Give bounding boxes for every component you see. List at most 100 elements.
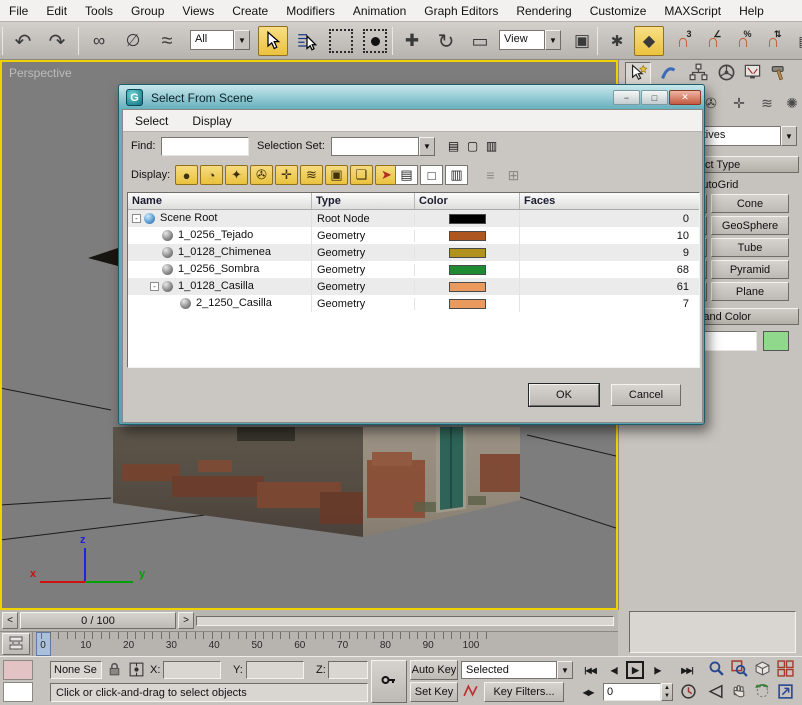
menu-help[interactable]: Help bbox=[730, 1, 773, 21]
systems-category-icon[interactable]: ✺ bbox=[780, 92, 802, 114]
spinner-snap-toggle-button[interactable]: ∩% bbox=[728, 26, 758, 56]
menu-graph-editors[interactable]: Graph Editors bbox=[415, 1, 507, 21]
menu-views[interactable]: Views bbox=[173, 1, 223, 21]
zoom-extents-all-icon[interactable] bbox=[775, 660, 796, 680]
subtract-selected-from-set-icon[interactable]: ▥ bbox=[483, 137, 500, 154]
zoom-icon[interactable] bbox=[706, 660, 727, 680]
set-keys-button[interactable] bbox=[371, 660, 407, 703]
use-pivot-point-center-button[interactable]: ▣ bbox=[567, 26, 597, 56]
tab-create[interactable] bbox=[625, 62, 651, 86]
display-geometry-icon[interactable]: ● bbox=[175, 165, 198, 185]
maximize-viewport-icon[interactable] bbox=[775, 683, 796, 703]
table-row-1_0256_tejado[interactable]: 1_0256_TejadoGeometry10 bbox=[128, 227, 699, 244]
column-header-faces[interactable]: Faces bbox=[520, 193, 699, 209]
time-slider-next-button[interactable]: > bbox=[178, 612, 194, 629]
table-row-scene-root[interactable]: -Scene RootRoot Node0 bbox=[128, 210, 699, 227]
cancel-button[interactable]: Cancel bbox=[611, 384, 681, 406]
tab-motion[interactable] bbox=[713, 62, 739, 86]
find-input[interactable] bbox=[161, 137, 249, 156]
space-warps-category-icon[interactable]: ≋ bbox=[755, 92, 779, 114]
next-frame-button[interactable]: |▶ bbox=[648, 661, 666, 679]
tab-display[interactable] bbox=[739, 62, 765, 86]
select-and-manipulate-button[interactable]: ✱ bbox=[602, 26, 632, 56]
menu-animation[interactable]: Animation bbox=[344, 1, 415, 21]
display-xrefs-icon[interactable]: ❏ bbox=[350, 165, 373, 185]
display-space-warps-icon[interactable]: ≋ bbox=[300, 165, 323, 185]
tree-expander-icon[interactable]: - bbox=[150, 282, 159, 291]
dialog-title-bar[interactable]: G Select From Scene − □ ✕ bbox=[122, 87, 701, 108]
goto-end-button[interactable]: ▶▶| bbox=[675, 661, 699, 679]
new-key-curve-icon[interactable] bbox=[460, 682, 481, 702]
time-configuration-icon[interactable] bbox=[678, 683, 699, 703]
display-all-icon[interactable]: ▤ bbox=[395, 165, 418, 185]
goto-start-button[interactable]: |◀◀ bbox=[578, 661, 602, 679]
display-helpers-icon[interactable]: ✛ bbox=[275, 165, 298, 185]
close-button[interactable]: ✕ bbox=[669, 90, 701, 105]
mini-curve-editor-button[interactable] bbox=[2, 633, 30, 655]
select-and-rotate-button[interactable]: ↻ bbox=[431, 26, 461, 56]
selection-filter-dropdown[interactable]: All▼ bbox=[190, 30, 250, 50]
viewport-label[interactable]: Perspective bbox=[9, 66, 72, 80]
object-button-cone[interactable]: Cone bbox=[711, 194, 789, 213]
dialog-menu-display[interactable]: Display bbox=[180, 111, 243, 131]
menu-modifiers[interactable]: Modifiers bbox=[277, 1, 344, 21]
tab-modify[interactable] bbox=[655, 62, 681, 86]
dialog-menu-select[interactable]: Select bbox=[123, 111, 180, 131]
select-by-name-button[interactable] bbox=[292, 26, 322, 56]
display-shapes-icon[interactable]: ◔ bbox=[200, 165, 223, 185]
select-and-scale-button[interactable]: ▭ bbox=[465, 26, 495, 56]
pan-icon[interactable] bbox=[729, 683, 750, 703]
key-mode-toggle-button[interactable]: ◀▶ bbox=[578, 683, 598, 701]
snaps-toggle-button[interactable]: ◆ bbox=[634, 26, 664, 56]
y-coordinate-field[interactable] bbox=[246, 661, 304, 679]
tab-utilities[interactable] bbox=[766, 62, 792, 86]
absolute-mode-icon[interactable] bbox=[126, 661, 147, 681]
rectangular-selection-region-button[interactable] bbox=[326, 26, 356, 56]
display-invert-icon[interactable]: ▥ bbox=[445, 165, 468, 185]
named-selection-sets-button[interactable]: ▤ bbox=[790, 26, 802, 56]
macro-recorder-line[interactable] bbox=[3, 660, 33, 680]
set-key-button[interactable]: Set Key bbox=[410, 682, 458, 702]
unlink-selection-button[interactable]: ∅ bbox=[118, 26, 148, 56]
key-filters-button[interactable]: Key Filters... bbox=[484, 682, 564, 702]
select-object-button[interactable] bbox=[258, 26, 288, 56]
time-slider-track[interactable] bbox=[196, 616, 614, 626]
minimize-button[interactable]: − bbox=[613, 90, 640, 105]
table-row-2_1250_casilla[interactable]: 2_1250_CasillaGeometry7 bbox=[128, 295, 699, 312]
time-slider-handle[interactable]: 0 / 100 bbox=[20, 612, 176, 629]
percent-snap-toggle-button[interactable]: ∩∠ bbox=[698, 26, 728, 56]
add-selected-to-set-icon[interactable]: ▢ bbox=[464, 137, 481, 154]
menu-customize[interactable]: Customize bbox=[581, 1, 656, 21]
zoom-extents-icon[interactable] bbox=[752, 660, 773, 680]
current-frame-field[interactable]: 0 bbox=[603, 683, 661, 701]
display-groups-icon[interactable]: ▣ bbox=[325, 165, 348, 185]
selection-set-dropdown[interactable]: ▼ bbox=[331, 137, 435, 156]
menu-maxscript[interactable]: MAXScript bbox=[655, 1, 730, 21]
z-coordinate-field[interactable] bbox=[328, 661, 368, 679]
dropdown-arrow-icon[interactable]: ▼ bbox=[781, 126, 797, 146]
menu-rendering[interactable]: Rendering bbox=[507, 1, 580, 21]
display-lights-icon[interactable]: ✦ bbox=[225, 165, 248, 185]
ok-button[interactable]: OK bbox=[529, 384, 599, 406]
tree-expander-icon[interactable]: - bbox=[132, 214, 141, 223]
table-row-1_0128_chimenea[interactable]: 1_0128_ChimeneaGeometry9 bbox=[128, 244, 699, 261]
dropdown-arrow-icon[interactable]: ▼ bbox=[557, 661, 573, 679]
maximize-button[interactable]: □ bbox=[641, 90, 668, 105]
house-model[interactable] bbox=[113, 427, 520, 537]
key-mode-dropdown[interactable]: Selected ▼ bbox=[461, 661, 573, 679]
object-color-swatch[interactable] bbox=[763, 331, 789, 351]
menu-file[interactable]: File bbox=[0, 1, 37, 21]
play-button[interactable]: ▶ bbox=[626, 661, 644, 679]
auto-key-button[interactable]: Auto Key bbox=[410, 660, 458, 680]
select-and-move-button[interactable]: ✚ bbox=[397, 26, 427, 56]
window-crossing-toggle-button[interactable] bbox=[360, 26, 390, 56]
dropdown-arrow-icon[interactable]: ▼ bbox=[419, 137, 435, 156]
previous-frame-button[interactable]: ◀| bbox=[605, 661, 623, 679]
object-button-geosphere[interactable]: GeoSphere bbox=[711, 216, 789, 235]
redo-button[interactable]: ↷ bbox=[42, 26, 72, 56]
menu-group[interactable]: Group bbox=[122, 1, 173, 21]
tab-hierarchy[interactable] bbox=[685, 62, 711, 86]
dropdown-arrow-icon[interactable]: ▼ bbox=[234, 30, 250, 50]
display-cameras-icon[interactable]: ✇ bbox=[250, 165, 273, 185]
orbit-icon[interactable] bbox=[752, 683, 773, 703]
